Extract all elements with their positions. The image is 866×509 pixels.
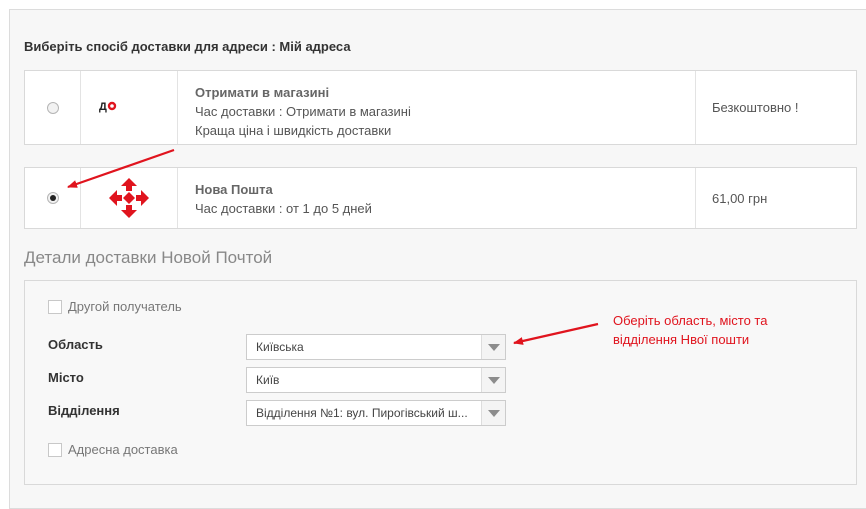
other-recipient-label: Другой получатель xyxy=(68,299,182,314)
annotation-text: Оберіть область, місто та відділення Нво… xyxy=(613,311,767,349)
region-label: Область xyxy=(48,337,103,352)
radio-cell[interactable] xyxy=(25,168,81,228)
logo-cell xyxy=(81,168,178,228)
other-recipient-checkbox[interactable] xyxy=(48,299,62,314)
svg-text:Д: Д xyxy=(99,101,107,113)
city-value: Київ xyxy=(256,373,280,387)
chevron-down-icon[interactable] xyxy=(481,335,505,359)
method-name: Нова Пошта xyxy=(195,182,273,197)
nova-poshta-logo-icon xyxy=(109,178,149,218)
branch-select[interactable]: Відділення №1: вул. Пирогівський ш... xyxy=(246,400,506,426)
delivery-details-title: Детали доставки Новой Почтой xyxy=(24,248,273,267)
branch-label: Відділення xyxy=(48,403,120,418)
method-delivery-time: Час доставки : Отримати в магазині xyxy=(195,104,411,119)
method-info: Нова Пошта Час доставки : от 1 до 5 дней xyxy=(178,168,696,228)
domashniy-elektryk-logo-icon: Д xyxy=(99,101,117,113)
address-delivery-checkbox[interactable] xyxy=(48,442,62,457)
domashniy-elektryk-logo: Д xyxy=(99,97,159,119)
method-price: Безкоштовно ! xyxy=(712,100,799,115)
branch-value: Відділення №1: вул. Пирогівський ш... xyxy=(256,406,468,420)
method-name: Отримати в магазині xyxy=(195,85,330,100)
city-select[interactable]: Київ xyxy=(246,367,506,393)
chevron-down-icon[interactable] xyxy=(481,401,505,425)
city-label: Місто xyxy=(48,370,84,385)
nova-poshta-radio[interactable] xyxy=(46,192,59,204)
method-delivery-time: Час доставки : от 1 до 5 дней xyxy=(195,201,372,216)
annotation-line: Оберіть область, місто та xyxy=(613,313,768,328)
chevron-down-icon[interactable] xyxy=(481,368,505,392)
method-info: Отримати в магазині Час доставки : Отрим… xyxy=(178,71,696,144)
shipping-method-nova-poshta[interactable]: Нова Пошта Час доставки : от 1 до 5 дней… xyxy=(24,167,857,229)
region-select[interactable]: Київська xyxy=(246,334,506,360)
other-recipient-row[interactable]: Другой получатель xyxy=(48,299,182,314)
method-description: Краща ціна і швидкість доставки xyxy=(195,123,392,138)
radio-cell[interactable] xyxy=(25,71,81,144)
address-delivery-label: Адресна доставка xyxy=(68,442,178,457)
address-delivery-row[interactable]: Адресна доставка xyxy=(48,442,178,457)
annotation-line: відділення Нвої пошти xyxy=(613,332,750,347)
logo-cell: Д xyxy=(81,71,178,144)
pickup-radio[interactable] xyxy=(46,101,59,114)
region-value: Київська xyxy=(256,340,304,354)
shipping-method-pickup[interactable]: Д Отримати в магазині Час доставки : Отр… xyxy=(24,70,857,145)
shipping-heading: Виберіть спосіб доставки для адреси : Мі… xyxy=(24,39,351,54)
method-price: 61,00 грн xyxy=(712,190,768,206)
